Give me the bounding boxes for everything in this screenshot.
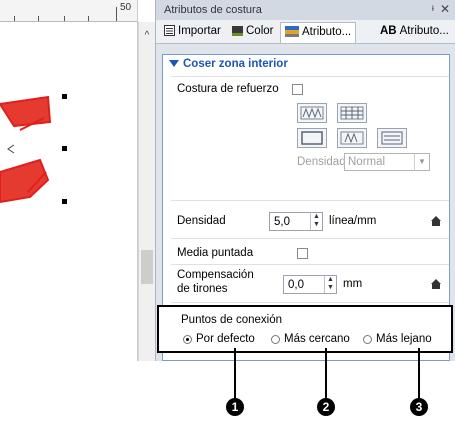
stepper-arrows[interactable]: ▲ ▼: [324, 276, 336, 293]
callout-marker-3: 3: [410, 398, 428, 416]
pull-comp-unit: mm: [343, 278, 363, 290]
callout-line-1: [234, 348, 236, 398]
tab-attributes-text[interactable]: AB Atributo...: [376, 22, 453, 43]
density-stepper[interactable]: 5,0 ▲ ▼: [269, 212, 323, 231]
collapse-triangle-icon[interactable]: [169, 60, 179, 68]
rotation-marker-icon: [7, 144, 15, 154]
tab-import[interactable]: Importar: [160, 22, 225, 43]
section-title: Coser zona interior: [183, 58, 288, 70]
radio-default[interactable]: [183, 335, 192, 344]
chevron-down-icon: ▼: [414, 154, 429, 170]
stitched-shape: [0, 95, 52, 204]
home-icon[interactable]: [430, 278, 442, 290]
callout-line-3: [418, 348, 420, 398]
radio-farthest[interactable]: [363, 335, 372, 344]
horizontal-ruler: 50: [0, 0, 137, 22]
density-label: Densidad: [177, 215, 226, 227]
radio-nearest-label[interactable]: Más cercano: [284, 333, 350, 345]
radio-farthest-label[interactable]: Más lejano: [376, 333, 432, 345]
callout-line-2: [325, 348, 327, 398]
scroll-up-icon[interactable]: ^: [139, 30, 155, 41]
selection-handle: [62, 146, 67, 151]
pull-comp-label-2: de tirones: [177, 283, 228, 295]
tab-color[interactable]: Color: [228, 22, 277, 43]
radio-nearest[interactable]: [271, 335, 280, 344]
connection-title: Puntos de conexión: [181, 314, 283, 326]
grid-pattern-icon[interactable]: [337, 103, 367, 123]
pull-compensation-row: Compensación de tirones 0,0 ▲ ▼ mm: [171, 266, 449, 303]
callout-marker-2: 2: [317, 398, 335, 416]
selection-handle: [62, 199, 67, 204]
color-icon: [232, 26, 243, 37]
reinforcement-row: Costura de refuerzo Densidad Normal ▼: [171, 76, 449, 201]
density-select-value: Normal: [348, 156, 386, 168]
reinforcement-label: Costura de refuerzo: [177, 83, 279, 95]
tab-label: Atributo...: [302, 26, 352, 38]
attributes-icon: [285, 26, 299, 38]
section-header-fill-inner[interactable]: Coser zona interior: [163, 55, 449, 75]
panel-tabs: Importar Color Atributo... AB Atributo...: [156, 20, 455, 44]
design-canvas[interactable]: 50: [0, 0, 138, 361]
density-disabled-label: Densidad: [297, 156, 346, 168]
tab-label: Importar: [178, 25, 221, 37]
tab-attributes-active[interactable]: Atributo...: [280, 22, 357, 43]
pin-icon[interactable]: ᵻ: [432, 3, 434, 14]
half-stitch-row: Media puntada: [171, 243, 449, 265]
selection-handle: [62, 94, 67, 99]
import-icon: [164, 25, 175, 37]
connection-points-group: Puntos de conexión Por defecto Más cerca…: [157, 305, 453, 353]
close-icon[interactable]: ✕: [440, 2, 450, 16]
panel-title: Atributos de costura: [164, 4, 262, 16]
panel-title-bar: Atributos de costura ᵻ ✕: [156, 0, 455, 20]
embroidery-design[interactable]: [0, 22, 138, 361]
pull-comp-value: 0,0: [288, 279, 304, 291]
zigzag-pattern-icon[interactable]: [297, 103, 327, 123]
half-stitch-checkbox[interactable]: [297, 248, 308, 259]
diagonal-pattern-icon[interactable]: [337, 128, 367, 148]
home-icon[interactable]: [430, 215, 442, 227]
density-select: Normal ▼: [344, 153, 430, 171]
reinforcement-checkbox[interactable]: [292, 84, 303, 95]
callout-marker-1: 1: [226, 398, 244, 416]
stepper-arrows[interactable]: ▲ ▼: [310, 213, 322, 230]
ruler-number: 50: [120, 2, 132, 13]
half-stitch-label: Media puntada: [177, 247, 254, 259]
radio-default-label[interactable]: Por defecto: [196, 333, 255, 345]
pull-comp-stepper[interactable]: 0,0 ▲ ▼: [283, 275, 337, 294]
density-unit: línea/mm: [329, 215, 377, 227]
tab-label: Color: [246, 25, 274, 37]
text-attributes-icon: AB: [380, 25, 397, 37]
satin-pattern-icon[interactable]: [297, 128, 327, 148]
vertical-scrollbar[interactable]: ^: [138, 22, 155, 361]
scrollbar-thumb[interactable]: [141, 250, 153, 284]
tab-label: Atributo...: [399, 25, 449, 37]
density-row: Densidad 5,0 ▲ ▼ línea/mm: [171, 204, 449, 239]
stripes-pattern-icon[interactable]: [377, 128, 407, 148]
pull-comp-label-1: Compensación: [177, 269, 254, 281]
density-value: 5,0: [274, 216, 290, 228]
